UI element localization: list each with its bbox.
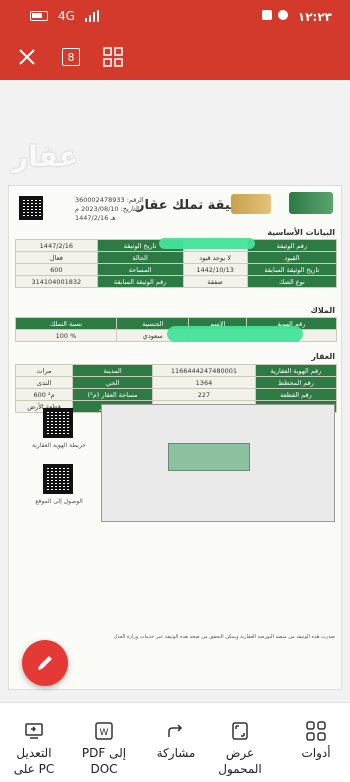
mobile-view-button[interactable]: عرض المحمول (210, 721, 270, 777)
table-cell: رقم المخطط (254, 376, 338, 389)
signal-icon (84, 10, 99, 22)
table-row: مرات المدينة 1166444247480001 رقم الهوية… (14, 364, 338, 377)
edit-fab-button[interactable] (22, 640, 68, 686)
word-doc-icon: W (95, 722, 113, 740)
emblem-logo (289, 192, 333, 214)
header-qr-code (19, 196, 43, 220)
tools-grid-icon (306, 721, 326, 741)
battery-icon (30, 11, 48, 21)
table-cell: 1166444247480001 (152, 364, 256, 377)
close-icon (19, 49, 35, 65)
table-cell: رقم الهوية العقارية (254, 364, 338, 377)
status-left: 4G (30, 9, 99, 23)
ministry-logo (231, 194, 271, 214)
document-meta: الرقم: 360002478933 التاريخ: 2023/08/10 … (75, 196, 144, 223)
share-icon (168, 724, 183, 737)
svg-text:W: W (100, 728, 109, 738)
table-cell: 100 % (15, 329, 117, 342)
redaction-highlight (167, 326, 303, 342)
close-button[interactable] (14, 44, 40, 70)
pc-edit-button[interactable]: التعديل على PC (4, 721, 64, 777)
document-title: وثيقة تملك عقار (137, 198, 244, 213)
table-cell: الحالة (96, 251, 184, 264)
property-map (101, 404, 335, 522)
qr-label-map: خريطة الهوية العقارية (32, 442, 86, 449)
watermark-text: عقار (12, 140, 78, 173)
pc-edit-label: التعديل على PC (13, 746, 55, 776)
facebook-icon (278, 10, 288, 20)
pdf-to-doc-button[interactable]: W PDF إلى DOC (74, 721, 134, 777)
table-header-cell: نسبة التملك (15, 317, 117, 330)
table-cell: 227 (152, 388, 256, 401)
page-number: 8 (62, 48, 80, 66)
owners-section-title: الملاك (310, 306, 335, 315)
table-cell: نوع الصك (246, 275, 338, 288)
status-time: ١٢:٢٣ (297, 10, 332, 24)
table-row: 600 م² مساحة العقار (م²) 227 رقم القطعة (14, 388, 338, 401)
status-bar: 4G ١٢:٢٣ (0, 0, 350, 34)
table-cell: صفقة (182, 275, 248, 288)
table-cell: رقم الوثيقة (246, 239, 338, 252)
document-page: الرقم: 360002478933 التاريخ: 2023/08/10 … (8, 185, 342, 690)
mobile-view-label: عرض المحمول (218, 746, 262, 776)
table-cell: رقم القطعة (254, 388, 338, 401)
property-map-qr-code (43, 408, 73, 438)
meta-hijri: 1447/2/16 هـ (75, 214, 116, 222)
table-cell: الحي (72, 376, 154, 389)
map-parcel (168, 443, 250, 471)
app-notification-icon (262, 10, 272, 20)
pc-edit-icon (25, 723, 43, 739)
meta-number: الرقم: 360002478933 (75, 196, 144, 204)
page-number-button[interactable]: 8 (58, 44, 84, 70)
table-cell: المدينة (72, 364, 154, 377)
tools-button[interactable]: أدوات (286, 721, 346, 761)
meta-date: التاريخ: 2023/08/10 م (75, 205, 140, 213)
pencil-icon (38, 656, 52, 670)
table-cell: 1447/2/16 (15, 239, 98, 252)
table-cell: 1442/10/13 (182, 263, 248, 276)
table-row: فعال الحالة لا يوجد قيود القيود (15, 251, 338, 264)
table-cell: القيود (246, 251, 338, 264)
footer-note: صدرت هذه الوثيقة من منصة البورصة العقاري… (113, 634, 335, 640)
grid-icon (103, 47, 123, 67)
redaction-highlight (159, 238, 255, 249)
table-row: 314104001832 رقم الوثيقة السابقة صفقة نو… (15, 275, 338, 288)
table-cell: لا يوجد قيود (182, 251, 248, 264)
mobile-view-icon (232, 722, 248, 740)
table-cell: مرات (14, 364, 74, 377)
share-button[interactable]: مشاركة (146, 721, 206, 761)
table-cell: الندى (14, 376, 74, 389)
property-section-title: العقار (311, 352, 335, 361)
pdf-to-doc-label: PDF إلى DOC (81, 746, 127, 776)
pdf-viewer[interactable]: عقار الرقم: 360002478933 التاريخ: 2023/0… (0, 80, 350, 702)
table-cell: 600 (15, 263, 98, 276)
signal-text: 4G (58, 9, 75, 23)
table-cell: فعال (15, 251, 98, 264)
table-cell: 600 م² (14, 388, 74, 401)
grid-view-button[interactable] (100, 44, 126, 70)
tools-label: أدوات (301, 746, 331, 760)
table-cell: 314104001832 (15, 275, 98, 288)
viewer-toolbar: 8 (0, 34, 350, 80)
table-cell: مساحة العقار (م²) (72, 388, 154, 401)
table-cell: المساحة (96, 263, 184, 276)
bottom-action-bar: أدوات عرض المحمول مشاركة W PDF إلى DOC ا… (0, 702, 350, 782)
share-label: مشاركة (156, 746, 196, 760)
table-row: 600 المساحة 1442/10/13 تاريخ الوثيقة الس… (15, 263, 338, 276)
status-notification-icons (262, 10, 288, 20)
qr-label-location: الوصول إلى الموقع (35, 498, 83, 505)
table-cell: 1364 (152, 376, 256, 389)
basic-section-title: البيانات الأساسية (267, 228, 335, 237)
table-cell: رقم الوثيقة السابقة (96, 275, 184, 288)
location-qr-code (43, 464, 73, 494)
table-cell: تاريخ الوثيقة السابقة (246, 263, 338, 276)
table-row: الندى الحي 1364 رقم المخطط (14, 376, 338, 389)
